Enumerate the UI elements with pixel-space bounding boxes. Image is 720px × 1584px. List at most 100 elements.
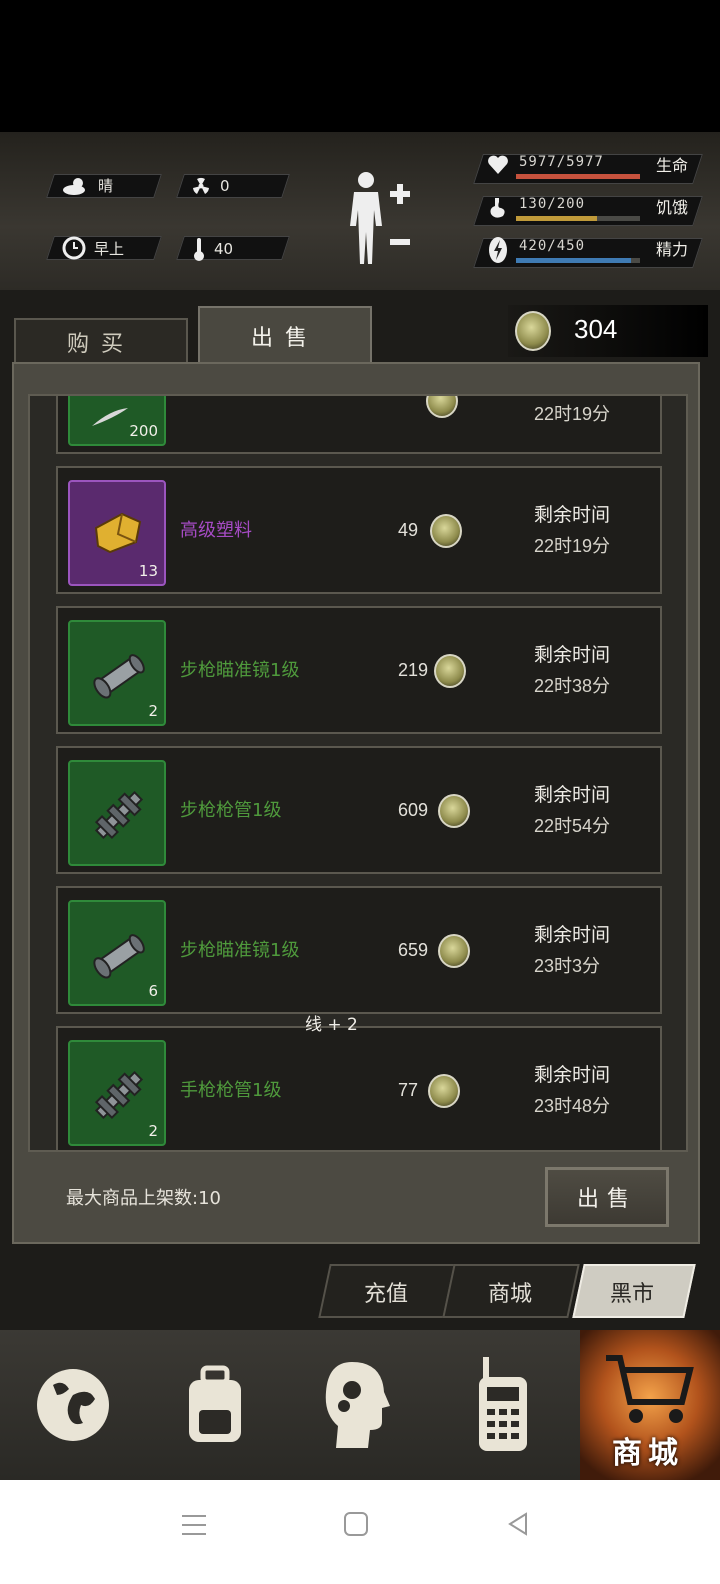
body-status-icon[interactable] xyxy=(344,170,414,266)
item-price: 219 xyxy=(398,660,429,680)
cart-icon xyxy=(606,1355,694,1423)
subtab-recharge-label: 充值 xyxy=(364,1282,409,1307)
item-name: 步枪瞄准镜1级 xyxy=(180,660,300,681)
item-slot: 13 xyxy=(68,480,166,586)
item-count: 2 xyxy=(148,1122,158,1140)
item-count: 6 xyxy=(148,982,158,1000)
remaining-time: 23时48分 xyxy=(534,1096,611,1116)
item-count: 200 xyxy=(129,422,158,440)
nav-skills[interactable] xyxy=(302,1350,412,1460)
bottle-cap-icon xyxy=(430,514,462,548)
hunger-value: 130/200 xyxy=(519,196,586,212)
item-slot: 2 xyxy=(68,620,166,726)
scope-icon xyxy=(93,934,145,979)
home-icon[interactable] xyxy=(342,1510,370,1538)
item-name: 高级塑料 xyxy=(180,520,252,541)
remaining-time: 23时3分 xyxy=(534,956,601,976)
bottle-cap-icon xyxy=(428,1074,460,1108)
listing-list[interactable]: 200 22时19分 13 高级塑料 49 剩余时间 22时19分 2 步枪瞄准… xyxy=(28,394,688,1152)
heart-icon xyxy=(488,155,508,174)
radiation-value: 0 xyxy=(220,177,230,195)
bottle-cap-icon xyxy=(426,396,458,418)
list-item[interactable]: 200 22时19分 xyxy=(56,396,662,454)
system-nav-bar xyxy=(0,1480,720,1584)
item-slot: 6 xyxy=(68,900,166,1006)
remaining-time: 22时38分 xyxy=(534,676,611,696)
nav-shop-label: 商城 xyxy=(612,1436,684,1471)
subtab-mall-label: 商城 xyxy=(488,1282,533,1307)
item-price: 609 xyxy=(398,800,429,820)
remaining-time: 22时19分 xyxy=(534,536,611,556)
bottle-cap-icon xyxy=(438,794,470,828)
floating-notification: 线 + 2 xyxy=(305,1015,358,1035)
status-hud: 晴 0 早上 40 5977/5977 生命 130/200 饥饿 420/45… xyxy=(0,132,720,290)
hunger-bar-fill xyxy=(516,216,597,221)
barrel-icon xyxy=(94,790,144,840)
hunger-bar xyxy=(516,216,640,221)
barrel-icon xyxy=(94,1070,144,1120)
item-name: 步枪瞄准镜1级 xyxy=(180,940,300,961)
item-slot: 200 xyxy=(68,396,166,446)
item-slot xyxy=(68,760,166,866)
thermometer-icon xyxy=(194,238,204,261)
list-item[interactable]: 6 步枪瞄准镜1级 659 剩余时间 23时3分 xyxy=(56,886,662,1014)
back-icon[interactable] xyxy=(504,1510,532,1538)
list-item[interactable]: 13 高级塑料 49 剩余时间 22时19分 xyxy=(56,466,662,594)
list-item[interactable]: 2 步枪瞄准镜1级 219 剩余时间 22时38分 xyxy=(56,606,662,734)
tab-sell[interactable]: 出售 xyxy=(198,306,372,364)
globe-icon xyxy=(37,1369,109,1441)
nav-backpack[interactable] xyxy=(160,1350,270,1460)
energy-bar-fill xyxy=(516,258,632,263)
backpack-icon xyxy=(189,1365,241,1442)
temperature-value: 40 xyxy=(214,240,234,258)
energy-icon xyxy=(489,237,507,263)
cloud-sun-icon xyxy=(63,177,85,195)
sell-button[interactable]: 出售 xyxy=(545,1167,669,1227)
currency-value: 304 xyxy=(574,314,618,344)
energy-value: 420/450 xyxy=(519,238,586,254)
walkie-talkie-icon xyxy=(479,1357,527,1451)
health-label: 生命 xyxy=(656,158,689,175)
bottle-cap-icon xyxy=(515,311,551,351)
list-item[interactable]: 步枪枪管1级 609 剩余时间 22时54分 xyxy=(56,746,662,874)
remaining-label: 剩余时间 xyxy=(534,644,611,666)
head-gears-icon xyxy=(325,1362,390,1448)
health-value: 5977/5977 xyxy=(519,154,604,170)
nav-world-map[interactable] xyxy=(18,1350,128,1460)
remaining-label: 剩余时间 xyxy=(534,924,611,946)
remaining-time: 22时19分 xyxy=(534,404,611,424)
item-name: 步枪枪管1级 xyxy=(180,800,282,821)
remaining-time: 22时54分 xyxy=(534,816,611,836)
top-black-area xyxy=(0,0,720,132)
max-listing-label: 最大商品上架数:10 xyxy=(66,1188,221,1209)
item-price: 77 xyxy=(398,1080,419,1100)
menu-icon[interactable] xyxy=(180,1512,208,1538)
nav-radio[interactable] xyxy=(448,1350,558,1460)
time-of-day-text: 早上 xyxy=(94,239,125,258)
subtab-black-market-label: 黑市 xyxy=(610,1282,655,1307)
scope-icon xyxy=(93,654,145,699)
item-price: 49 xyxy=(398,520,419,540)
clock-icon xyxy=(62,236,86,260)
remaining-label: 剩余时间 xyxy=(534,1064,611,1086)
item-count: 2 xyxy=(148,702,158,720)
plastic-icon xyxy=(94,512,142,554)
bottle-cap-icon xyxy=(438,934,470,968)
item-count: 13 xyxy=(138,562,158,580)
weather-text: 晴 xyxy=(98,177,114,195)
stomach-icon xyxy=(490,198,505,218)
energy-label: 精力 xyxy=(656,242,689,259)
item-price: 659 xyxy=(398,940,429,960)
radiation-icon xyxy=(193,177,209,194)
health-bar-fill xyxy=(516,174,640,179)
bottle-cap-icon xyxy=(434,654,466,688)
health-bar xyxy=(516,174,640,179)
hunger-label: 饥饿 xyxy=(656,200,689,217)
feather-icon xyxy=(92,408,128,426)
tab-buy[interactable]: 购买 xyxy=(14,318,188,364)
item-slot: 2 xyxy=(68,1040,166,1146)
remaining-label: 剩余时间 xyxy=(534,784,611,806)
item-name: 手枪枪管1级 xyxy=(180,1080,282,1101)
list-item[interactable]: 2 手枪枪管1级 77 剩余时间 23时48分 xyxy=(56,1026,662,1150)
energy-bar xyxy=(516,258,640,263)
